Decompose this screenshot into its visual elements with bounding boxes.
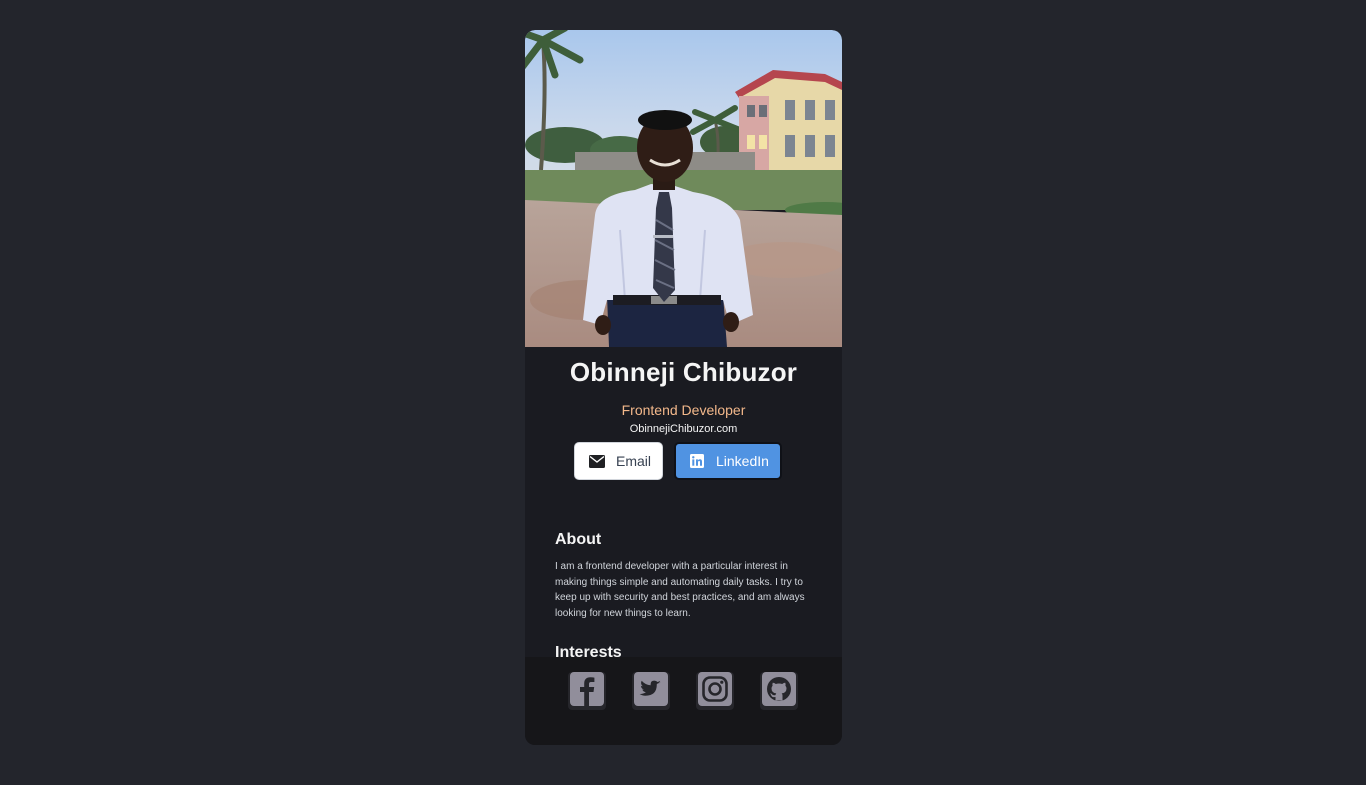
profile-role: Frontend Developer <box>621 402 746 418</box>
facebook-icon <box>569 671 605 711</box>
about-title: About <box>555 531 602 548</box>
linkedin-button-label: LinkedIn <box>716 453 769 469</box>
profile-photo <box>525 30 842 347</box>
profile-name: Obinneji Chibuzor <box>569 357 798 387</box>
content-sections: About I am a frontend developer with a p… <box>555 528 817 658</box>
instagram-icon <box>697 671 733 711</box>
github-icon <box>761 671 797 711</box>
github-link[interactable] <box>760 672 798 710</box>
profile-info: Obinneji Chibuzor Frontend Developer Obi… <box>525 347 842 480</box>
email-button-label: Email <box>616 453 652 469</box>
email-button[interactable]: Email <box>574 442 663 480</box>
about-body: I am a frontend developer with a particu… <box>555 561 805 619</box>
contact-buttons: Email LinkedIn <box>525 442 842 482</box>
facebook-link[interactable] <box>568 672 606 710</box>
instagram-link[interactable] <box>696 672 734 710</box>
linkedin-button[interactable]: LinkedIn <box>674 442 782 480</box>
profile-card: Obinneji Chibuzor Frontend Developer Obi… <box>525 30 842 745</box>
twitter-icon <box>633 671 669 711</box>
social-footer <box>525 657 842 745</box>
profile-website[interactable]: ObinnejiChibuzor.com <box>525 421 842 437</box>
twitter-link[interactable] <box>632 672 670 710</box>
interests-title: Interests <box>555 644 622 658</box>
linkedin-icon <box>689 453 705 469</box>
envelope-icon <box>589 453 605 469</box>
